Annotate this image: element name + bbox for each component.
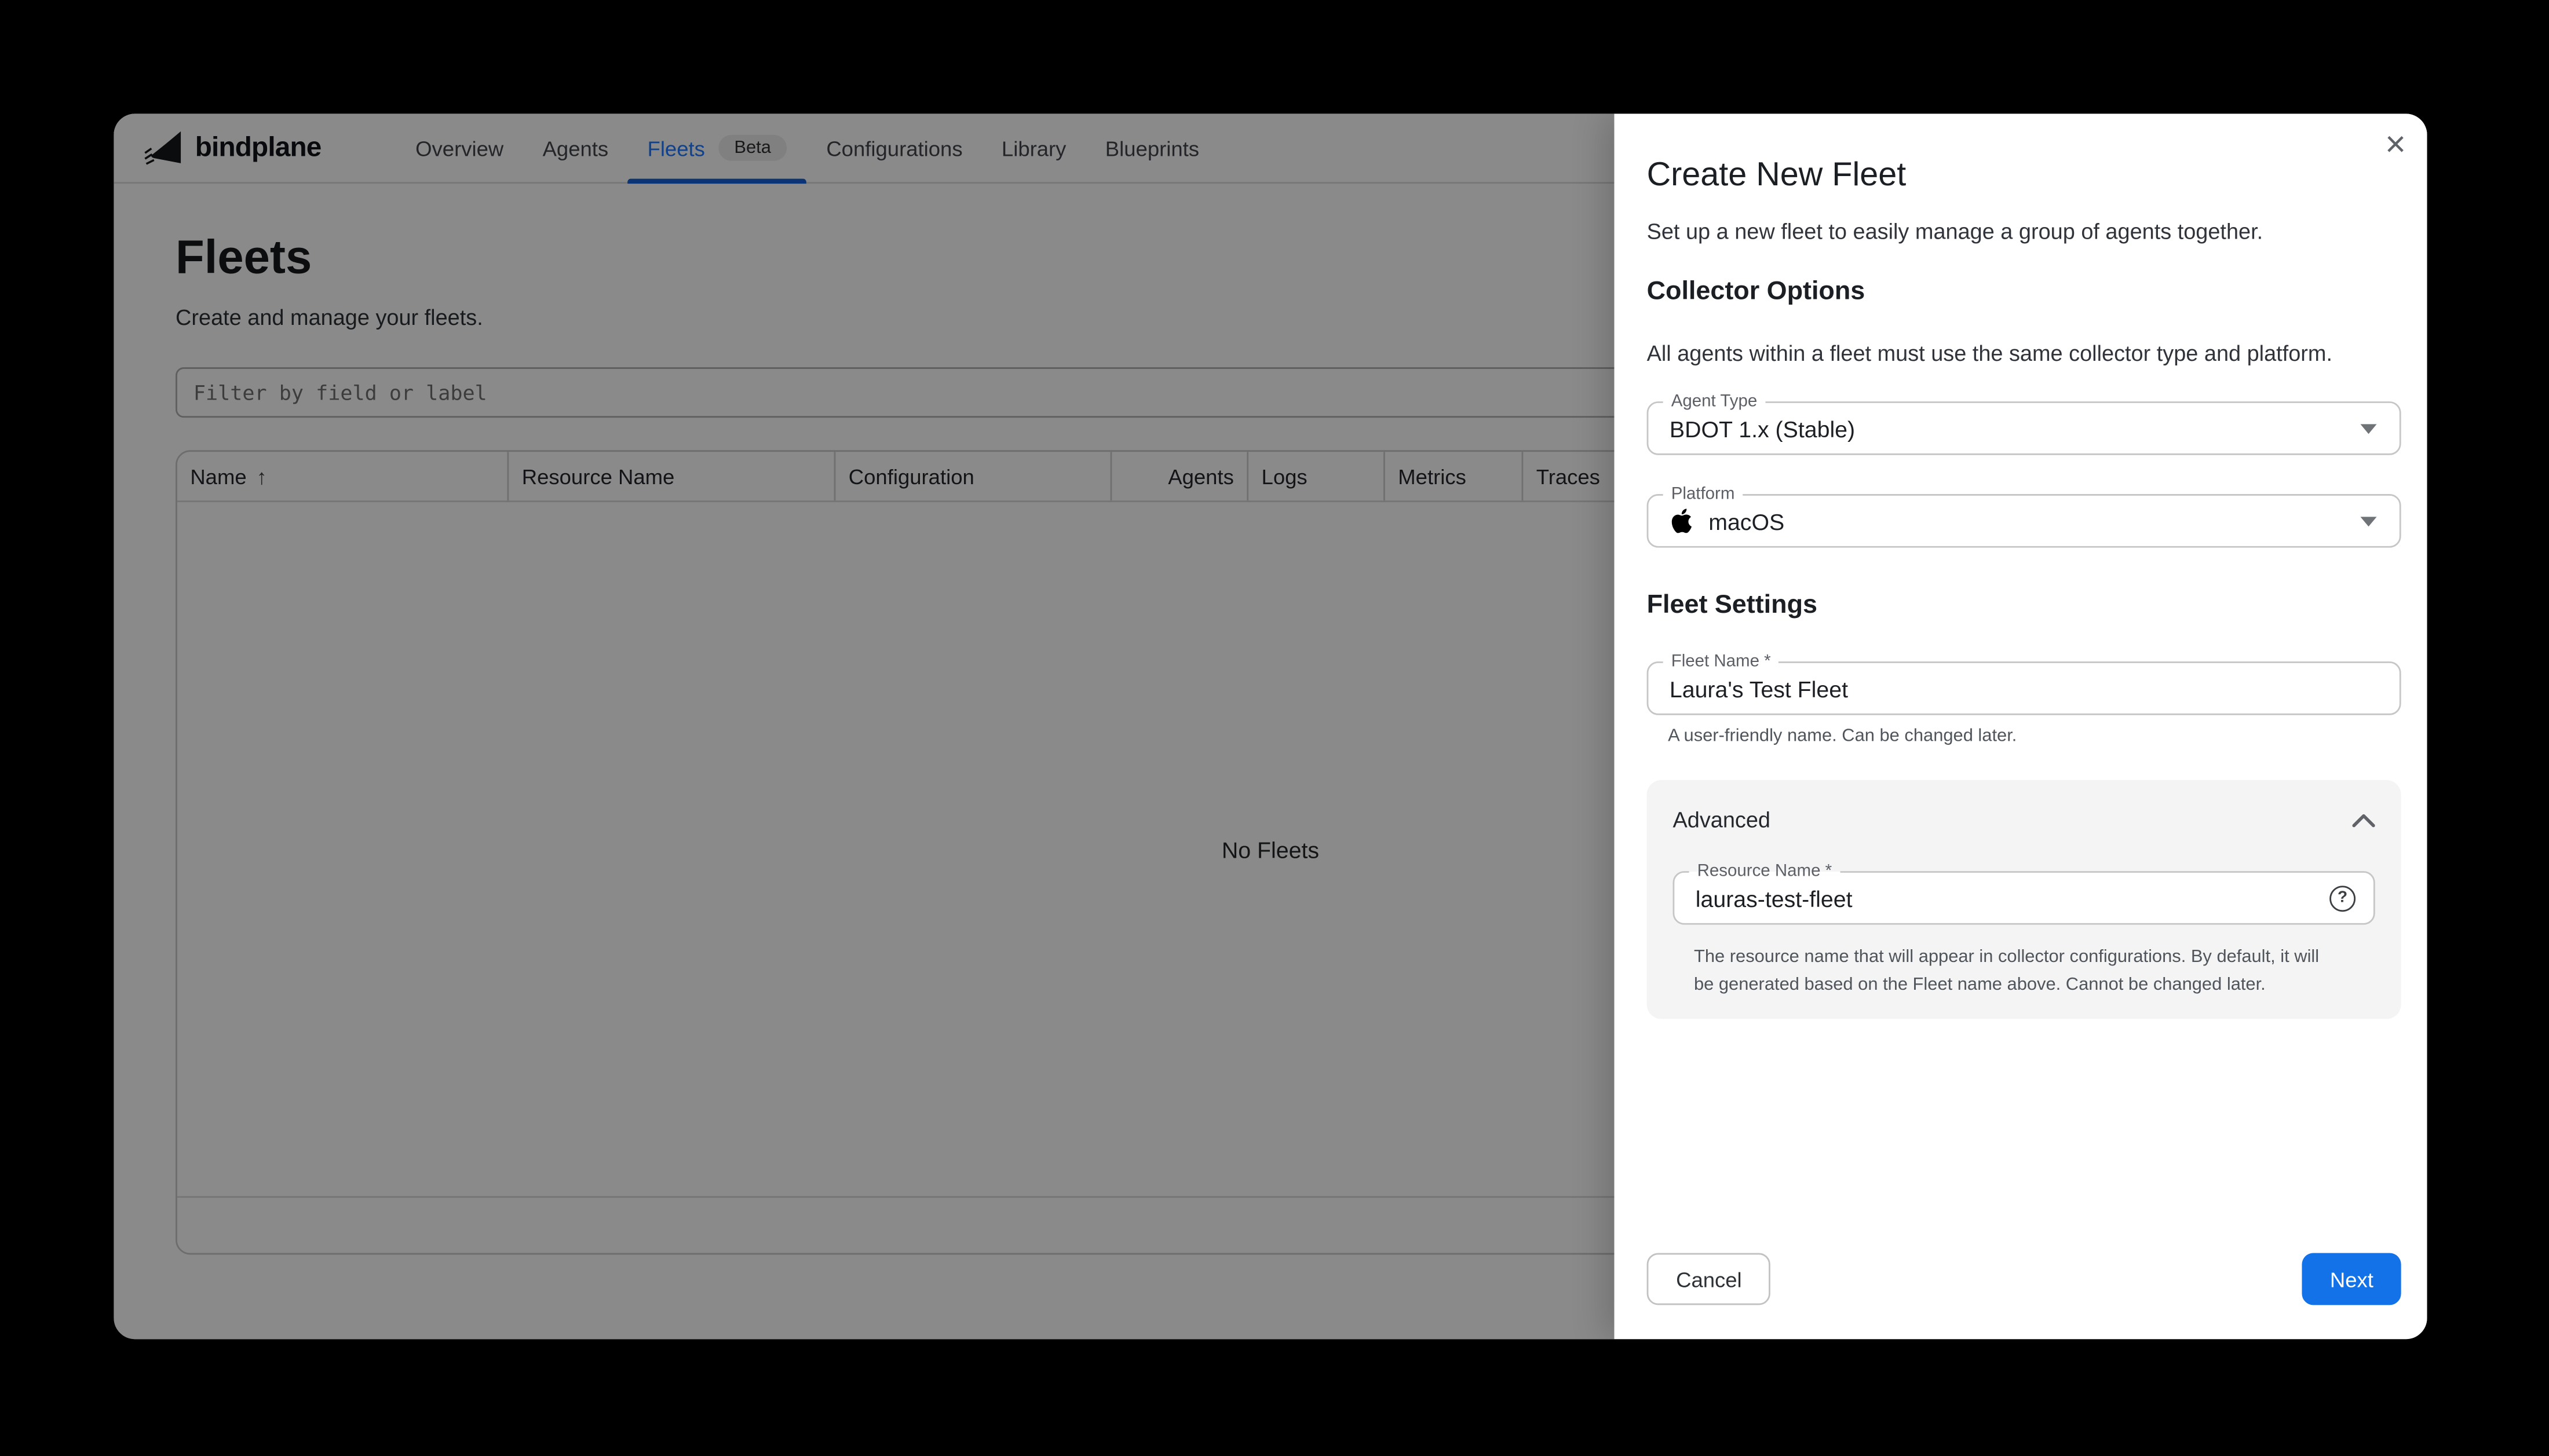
fleet-name-label: Fleet Name * [1663, 652, 1779, 672]
advanced-label: Advanced [1672, 808, 1770, 832]
drawer-subtitle: Set up a new fleet to easily manage a gr… [1647, 220, 2401, 244]
platform-label: Platform [1663, 484, 1743, 505]
apple-icon [1670, 508, 1694, 533]
app-window: bindplane Overview Agents Fleets Beta Co… [114, 114, 2427, 1339]
resource-name-input[interactable] [1696, 885, 2353, 911]
agent-type-value: BDOT 1.x (Stable) [1670, 415, 1855, 441]
next-button[interactable]: Next [2302, 1253, 2401, 1305]
dropdown-arrow-icon [2360, 423, 2376, 433]
fleet-settings-heading: Fleet Settings [1647, 591, 2401, 621]
cancel-button[interactable]: Cancel [1647, 1253, 1772, 1305]
fleet-name-helper: A user-friendly name. Can be changed lat… [1668, 726, 2401, 746]
agent-type-select[interactable]: Agent Type BDOT 1.x (Stable) [1647, 401, 2401, 455]
resource-name-field: Resource Name * ? [1672, 871, 2375, 925]
advanced-toggle[interactable]: Advanced [1672, 808, 2375, 832]
advanced-section: Advanced Resource Name * ? The resource … [1647, 780, 2401, 1019]
collector-options-heading: Collector Options [1647, 278, 2401, 308]
platform-value: macOS [1708, 508, 1784, 534]
drawer-title: Create New Fleet [1647, 156, 2401, 195]
dropdown-arrow-icon [2360, 516, 2376, 526]
fleet-name-input[interactable] [1670, 675, 2378, 701]
collector-options-description: All agents within a fleet must use the s… [1647, 341, 2401, 365]
resource-name-helper: The resource name that will appear in co… [1694, 944, 2375, 999]
viewport: bindplane Overview Agents Fleets Beta Co… [0, 0, 2549, 1456]
resource-name-label: Resource Name * [1689, 861, 1840, 882]
platform-select[interactable]: Platform macOS [1647, 494, 2401, 548]
close-icon[interactable]: × [2385, 127, 2406, 163]
drawer-footer: Cancel Next [1647, 1253, 2401, 1305]
fleet-name-field: Fleet Name * [1647, 661, 2401, 715]
create-fleet-drawer: × Create New Fleet Set up a new fleet to… [1614, 114, 2427, 1339]
agent-type-label: Agent Type [1663, 392, 1766, 412]
chevron-up-icon [2352, 813, 2375, 826]
